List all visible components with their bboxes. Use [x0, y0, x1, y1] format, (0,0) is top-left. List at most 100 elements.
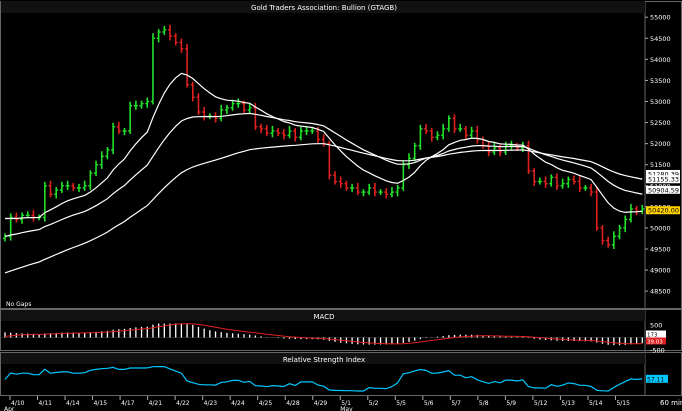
x-tick-label: 4/17 [121, 400, 135, 407]
x-tick-label: 5/5 [396, 400, 406, 407]
ohlc-bar [475, 125, 480, 144]
macd-signal-line [4, 323, 643, 345]
ohlc-bar [532, 168, 537, 186]
month-label: Apr [4, 406, 15, 411]
month-label: May [340, 406, 353, 411]
ohlc-bar [145, 97, 150, 108]
ohlc-bar [213, 112, 218, 123]
ohlc-bar [179, 38, 184, 54]
ohlc-bar [566, 176, 571, 188]
ohlc-bar [401, 160, 406, 191]
last-value-label: 50904.59 [646, 185, 680, 194]
ohlc-bar [583, 184, 588, 191]
ohlc-bar [219, 104, 224, 122]
ohlc-bar [572, 175, 577, 185]
ohlc-bar [486, 141, 491, 157]
ohlc-bar [321, 134, 326, 147]
svg-text:39.03: 39.03 [647, 340, 663, 346]
ohlc-bar [378, 189, 383, 196]
ohlc-bar [640, 204, 645, 215]
ohlc-bar [196, 93, 201, 115]
ohlc-bar [589, 183, 594, 197]
ohlc-bar [600, 224, 605, 245]
ohlc-bar [384, 188, 389, 199]
ohlc-bar [293, 128, 298, 142]
x-tick-label: 4/28 [286, 400, 300, 407]
price-y-axis: 4850049000495005000050500510005150052000… [645, 14, 680, 296]
ohlc-bar [509, 140, 514, 150]
x-tick-label: 4/15 [94, 400, 108, 407]
time-x-axis: 4/10 4/11 4/14 4/15 4/17 4/21 4/22 4/23 4/24 4/25… [4, 396, 630, 411]
y-tick-label: 54500 [650, 35, 671, 43]
ohlc-bar [458, 123, 463, 132]
y-tick-label: 52000 [650, 140, 671, 148]
ohlc-bar [276, 128, 281, 137]
ohlc-bar [287, 125, 292, 139]
ohlc-bar [259, 123, 264, 134]
svg-text:50420.00: 50420.00 [648, 207, 679, 215]
ohlc-bar [128, 101, 133, 134]
ohlc-bar [395, 184, 400, 197]
ohlc-bar [76, 183, 81, 193]
ohlc-bar [412, 142, 417, 162]
x-tick-label: 5/9 [506, 400, 516, 407]
ohlc-bar [327, 140, 332, 180]
ohlc-bar [281, 129, 286, 140]
x-tick-label: 4/14 [66, 400, 80, 407]
ohlc-bar [543, 176, 548, 188]
rsi-plot-area: 57.11 [4, 366, 668, 392]
ohlc-bar [463, 125, 468, 140]
ohlc-bar [162, 25, 167, 35]
ohlc-bar [560, 178, 565, 189]
no-gaps-note: No Gaps [6, 301, 31, 308]
ohlc-bar [94, 160, 99, 177]
ohlc-bar [367, 183, 372, 196]
ohlc-bar [65, 180, 70, 190]
y-tick-label: 53000 [650, 98, 671, 106]
ohlc-bar [82, 180, 87, 191]
ohlc-bar [611, 231, 616, 249]
y-tick-label: 49000 [650, 267, 671, 275]
ohlc-bar [617, 224, 622, 240]
ohlc-bar [634, 206, 639, 216]
ohlc-bar [310, 128, 315, 134]
x-tick-label: 4/25 [259, 400, 273, 407]
y-tick-label: 49500 [650, 246, 671, 254]
ohlc-bar [42, 181, 47, 222]
ohlc-bar [99, 151, 104, 169]
macd-y-tick-label: 500 [650, 322, 662, 330]
ohlc-bar [173, 33, 178, 46]
ohlc-bar [122, 128, 127, 136]
ohlc-bar [372, 182, 377, 197]
svg-text:57.11: 57.11 [647, 376, 664, 383]
ohlc-bar [54, 187, 59, 199]
ohlc-bar [8, 213, 13, 241]
macd-y-tick-label: -500 [650, 346, 665, 354]
x-tick-label: 4/22 [176, 400, 190, 407]
price-plot-area [3, 24, 645, 274]
ohlc-bar [350, 183, 355, 193]
ohlc-bar [441, 123, 446, 140]
ohlc-bar [526, 140, 531, 174]
x-tick-label: 5/6 [424, 400, 434, 407]
x-tick-label: 5/8 [479, 400, 489, 407]
ohlc-bar [88, 170, 93, 190]
ohlc-bar [452, 114, 457, 134]
x-tick-label: 4/21 [149, 400, 163, 407]
ohlc-bar [3, 233, 7, 242]
ohlc-bar [202, 106, 207, 121]
ohlc-bar [418, 124, 423, 150]
svg-text:50904.59: 50904.59 [648, 186, 679, 194]
macd-title: MACD [314, 313, 335, 321]
timeframe-label: 60 min [660, 399, 682, 407]
macd-last-value: 173 [646, 330, 666, 339]
ohlc-bar [480, 136, 485, 149]
ohlc-bar [389, 187, 394, 198]
y-tick-label: 54000 [650, 56, 671, 64]
chart-canvas: Gold Traders Association: Bullion (GTAGB… [0, 1, 682, 411]
x-tick-label: 4/23 [204, 400, 218, 407]
y-tick-label: 51500 [650, 161, 671, 169]
ohlc-bar [355, 182, 360, 196]
ohlc-bar [429, 128, 434, 142]
macd-last-value: 39.03 [646, 337, 666, 346]
